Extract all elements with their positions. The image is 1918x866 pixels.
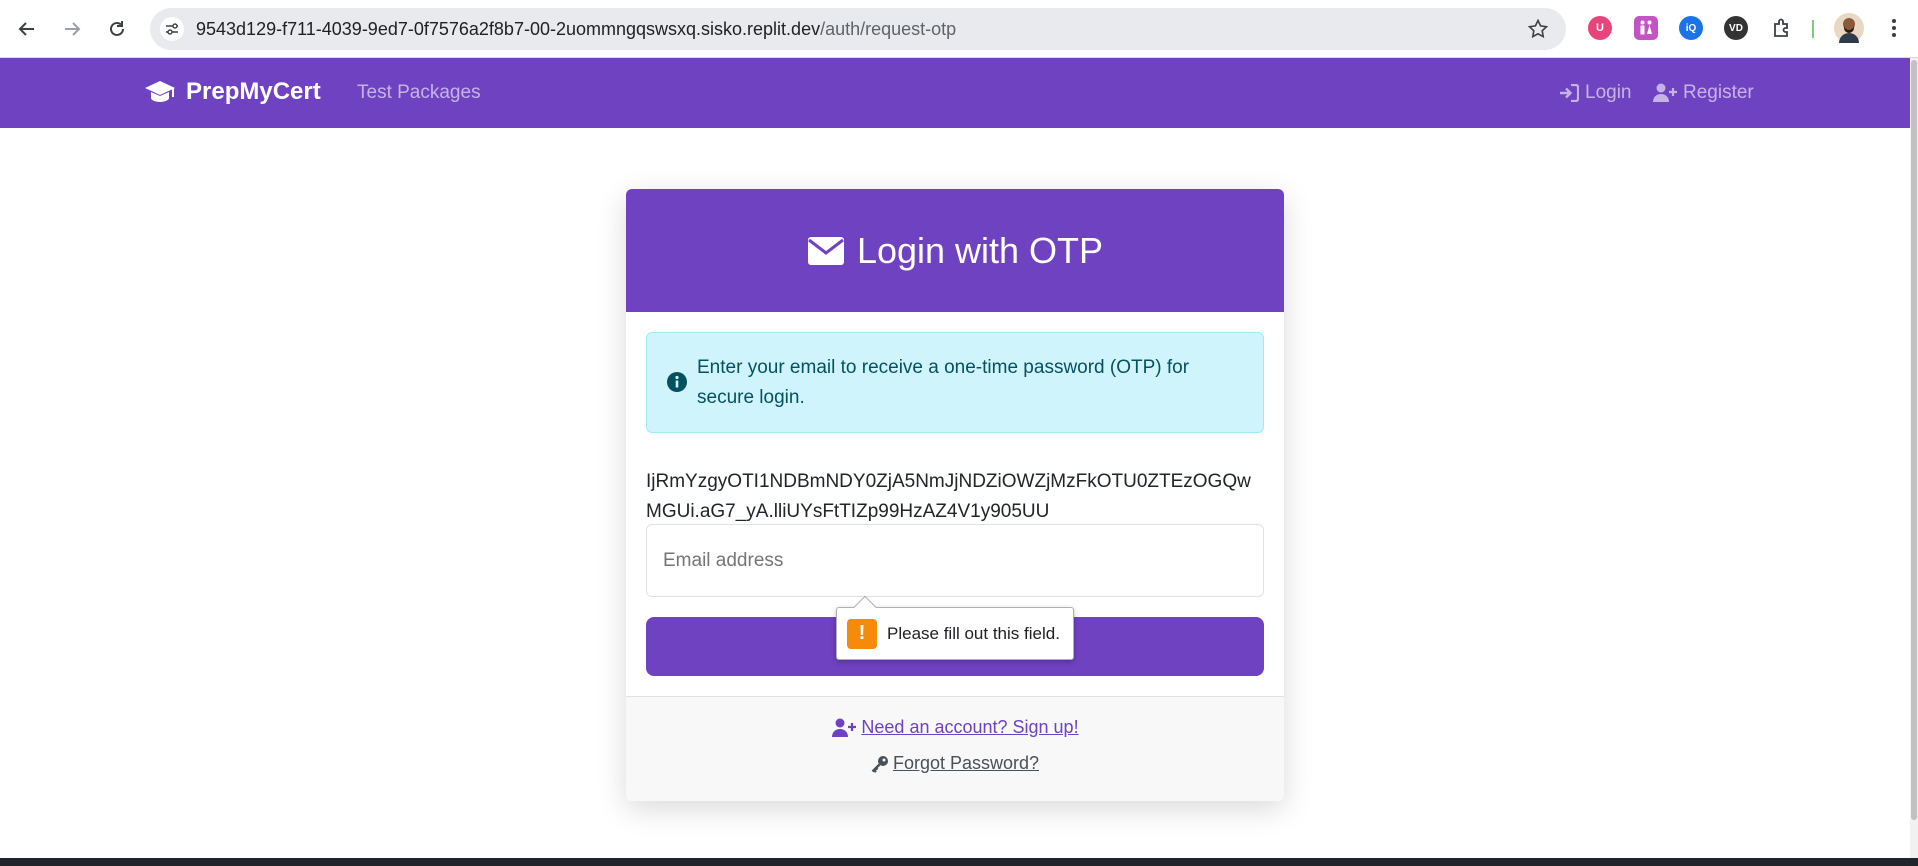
extensions-puzzle-icon[interactable] — [1770, 16, 1794, 40]
sign-in-icon — [1560, 84, 1579, 102]
forgot-password-link[interactable]: Forgot Password? — [893, 753, 1039, 774]
ublock-icon[interactable]: U — [1588, 16, 1612, 40]
tooltip-message: Please fill out this field. — [887, 623, 1060, 643]
graduation-cap-icon — [145, 81, 175, 102]
nav-login[interactable]: Login — [1559, 82, 1632, 104]
email-field[interactable] — [646, 524, 1264, 597]
info-circle-icon — [667, 372, 687, 392]
info-alert: Enter your email to receive a one-time p… — [646, 332, 1264, 433]
nav-register-label: Register — [1683, 82, 1754, 103]
forward-icon[interactable] — [57, 14, 87, 44]
user-plus-icon — [832, 718, 857, 737]
card-footer: Need an account? Sign up! Forgot Passwor… — [626, 696, 1284, 801]
site-info-icon[interactable] — [160, 17, 184, 41]
url-text: 9543d129-f711-4039-9ed7-0f7576a2f8b7-00-… — [196, 19, 956, 40]
url-host: 9543d129-f711-4039-9ed7-0f7576a2f8b7-00-… — [196, 19, 821, 39]
user-plus-icon — [1653, 83, 1677, 102]
nav-register[interactable]: Register — [1653, 82, 1754, 104]
restroom-icon[interactable] — [1634, 16, 1658, 40]
avatar[interactable] — [1834, 13, 1864, 43]
brand-link[interactable]: PrepMyCert — [144, 78, 321, 106]
nav-test-packages-label: Test Packages — [357, 82, 481, 103]
profile-divider — [1812, 20, 1814, 38]
address-bar[interactable]: 9543d129-f711-4039-9ed7-0f7576a2f8b7-00-… — [150, 8, 1566, 50]
url-path: /auth/request-otp — [820, 19, 957, 39]
vd-icon[interactable]: VD — [1724, 16, 1748, 40]
reload-icon[interactable] — [102, 14, 132, 44]
alert-text: Enter your email to receive a one-time p… — [697, 357, 1190, 408]
warning-icon: ! — [847, 618, 877, 649]
validation-tooltip: ! Please fill out this field. — [836, 595, 1074, 660]
nav-test-packages[interactable]: Test Packages — [357, 82, 481, 104]
brand-name: PrepMyCert — [186, 78, 321, 105]
card-title: Login with OTP — [856, 229, 1104, 271]
nav-login-label: Login — [1585, 82, 1632, 103]
browser-toolbar: 9543d129-f711-4039-9ed7-0f7576a2f8b7-00-… — [0, 0, 1918, 58]
bookmark-star-icon[interactable] — [1526, 17, 1550, 41]
iq-icon[interactable]: iQ — [1679, 16, 1703, 40]
signup-link[interactable]: Need an account? Sign up! — [861, 717, 1078, 738]
browser-menu-icon[interactable] — [1882, 16, 1906, 40]
scrollbar-thumb[interactable] — [1911, 60, 1917, 820]
key-icon — [871, 755, 888, 773]
site-navbar: PrepMyCert Test Packages Login Register — [0, 58, 1910, 128]
signup-link-row: Need an account? Sign up! — [626, 717, 1284, 738]
page-bottom-strip — [0, 858, 1918, 866]
otp-login-card: Login with OTP Enter your email to recei… — [626, 189, 1284, 801]
csrf-token-text: IjRmYzgyOTI1NDBmNDY0ZjA5NmJjNDZiOWZjMzFk… — [646, 471, 1251, 522]
envelope-icon — [807, 236, 844, 265]
forgot-link-row: Forgot Password? — [626, 753, 1284, 774]
card-header: Login with OTP — [626, 189, 1284, 312]
back-icon[interactable] — [12, 14, 42, 44]
